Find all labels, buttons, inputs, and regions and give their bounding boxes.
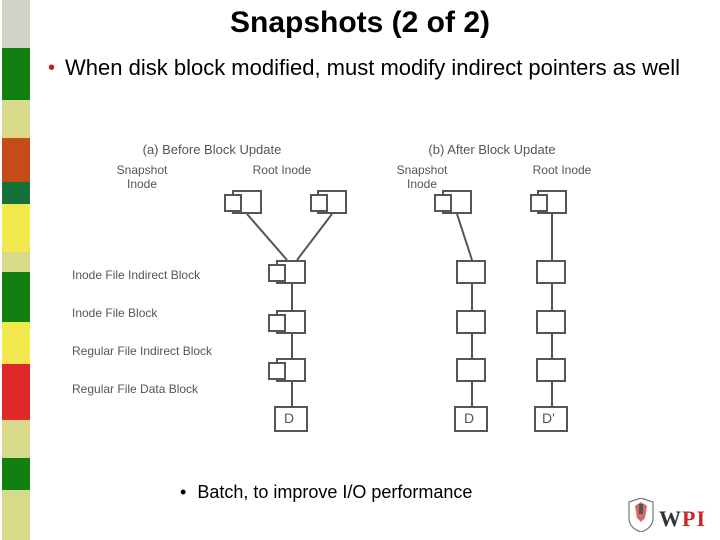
bullet-dot-icon: • [48,54,55,82]
graph-area: D [212,190,632,450]
node-snapshot-b-attach [434,194,452,212]
row-rfib: Regular File Indirect Block [72,344,212,358]
accent-stripe [2,0,30,540]
slide: Snapshots (2 of 2) • When disk block mod… [0,0,720,540]
wpi-logo-text: WPI [659,506,706,532]
node-ifib-b-root [536,260,566,284]
col-a-header: (a) Before Block Update [72,142,352,157]
bullet-area: • When disk block modified, must modify … [48,54,688,82]
sub-bullet: • Batch, to improve I/O performance [180,482,472,503]
node-root-b-attach [530,194,548,212]
node-rfib-a-attach [268,362,286,380]
node-ifib-b-snap [456,260,486,284]
diagram-col-headers: (a) Before Block Update (b) After Block … [72,142,632,157]
node-root-a-attach [310,194,328,212]
bullet-text: When disk block modified, must modify in… [65,54,680,82]
sub-bullet-text: Batch, to improve I/O performance [197,482,472,502]
logo-i: I [696,506,706,531]
bullet-row: • When disk block modified, must modify … [48,54,688,82]
row-ifib: Inode File Indirect Block [72,268,212,282]
node-ifb-b-root [536,310,566,334]
group-a: Snapshot Inode Root Inode [72,163,352,191]
D-label-a: D [284,410,294,426]
label-root-a: Root Inode [247,163,317,191]
D-label-b: D [464,410,474,426]
wpi-logo: WPI [627,498,706,532]
label-root-b: Root Inode [527,163,597,191]
node-ifb-b-snap [456,310,486,334]
row-rfdb: Regular File Data Block [72,382,212,396]
half-a: D [212,190,402,450]
logo-p: P [682,506,696,531]
col-b-header: (b) After Block Update [352,142,632,157]
row-ifb: Inode File Block [72,306,212,320]
half-b: D D' [422,190,612,450]
wpi-shield-icon [627,498,655,532]
diagram: (a) Before Block Update (b) After Block … [72,142,632,462]
slide-title: Snapshots (2 of 2) [0,6,720,40]
node-rfib-b-snap [456,358,486,382]
node-rfib-b-root [536,358,566,382]
node-ifib-a-attach [268,264,286,282]
group-b: Snapshot Inode Root Inode [352,163,632,191]
label-snapshot-b: Snapshot Inode [387,163,457,191]
Dprime-label-b: D' [542,410,555,426]
diagram-row-labels: Inode File Indirect Block Inode File Blo… [72,268,212,420]
logo-w: W [659,506,682,531]
sub-bullet-dot-icon: • [180,482,186,502]
label-snapshot-a: Snapshot Inode [107,163,177,191]
node-snapshot-a-attach [224,194,242,212]
node-ifb-a-attach [268,314,286,332]
diagram-top-labels: Snapshot Inode Root Inode Snapshot Inode… [72,163,632,191]
